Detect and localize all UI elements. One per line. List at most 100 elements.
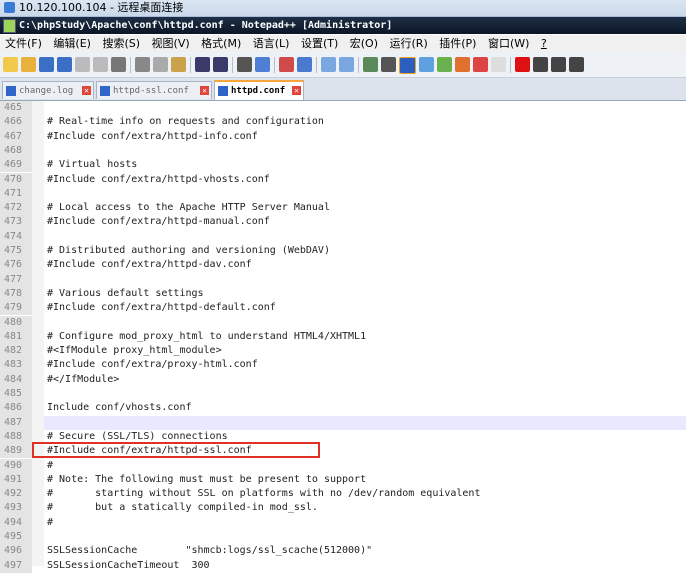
menu-help[interactable]: ?	[541, 37, 547, 50]
code-line[interactable]: 475 # Distributed authoring and versionin…	[0, 244, 686, 259]
tab-change-log[interactable]: change.log ✕	[2, 81, 94, 99]
code-line[interactable]: 474	[0, 229, 686, 244]
line-number: 476	[0, 258, 32, 273]
find-icon[interactable]	[237, 57, 252, 72]
close-all-icon[interactable]	[93, 57, 108, 72]
menu-settings[interactable]: 设置(T)	[301, 37, 338, 50]
show-all-characters-icon[interactable]	[381, 57, 396, 72]
code-line[interactable]: 478 # Various default settings	[0, 286, 686, 302]
copy-icon[interactable]	[153, 57, 168, 72]
function-list-icon[interactable]	[437, 57, 452, 72]
cut-icon[interactable]	[135, 57, 150, 72]
open-file-icon[interactable]	[21, 57, 36, 72]
new-file-icon[interactable]	[3, 57, 18, 72]
replace-icon[interactable]	[255, 57, 270, 72]
undo-icon[interactable]	[195, 57, 210, 72]
menu-file[interactable]: 文件(F)	[5, 37, 42, 50]
save-all-icon[interactable]	[57, 57, 72, 72]
document-map-icon[interactable]	[419, 57, 434, 72]
indent-guide-icon[interactable]	[399, 57, 416, 74]
code-editor[interactable]: 465 466 # Real-time info on requests and c…	[0, 101, 686, 573]
sync-vertical-icon[interactable]	[321, 57, 336, 72]
code-line[interactable]: 465	[0, 101, 686, 116]
line-text: # Various default settings	[47, 287, 204, 299]
zoom-in-icon[interactable]	[279, 57, 294, 72]
tab-httpd-conf[interactable]: httpd.conf ✕	[214, 80, 304, 100]
run-macro-multiple-icon[interactable]	[569, 57, 584, 72]
line-number: 494	[0, 515, 32, 530]
menu-window[interactable]: 窗口(W)	[488, 37, 529, 50]
code-line[interactable]: 485	[0, 387, 686, 402]
code-line[interactable]: 484 #</IfModule>	[0, 372, 686, 387]
print-icon[interactable]	[111, 57, 126, 72]
tab-httpd-ssl-conf[interactable]: httpd-ssl.conf ✕	[96, 81, 212, 99]
document-tabs: change.log ✕ httpd-ssl.conf ✕ httpd.conf…	[0, 78, 686, 101]
code-line[interactable]: 483 #Include conf/extra/proxy-html.conf	[0, 358, 686, 373]
menu-macro[interactable]: 宏(O)	[350, 37, 378, 50]
code-line[interactable]: 471	[0, 186, 686, 202]
code-line[interactable]: 469 # Virtual hosts	[0, 158, 686, 173]
menu-view[interactable]: 视图(V)	[152, 37, 190, 50]
stop-recording-icon[interactable]	[533, 57, 548, 72]
word-wrap-icon[interactable]	[363, 57, 378, 72]
code-line[interactable]: 476 #Include conf/extra/httpd-dav.conf	[0, 258, 686, 273]
code-line[interactable]: 495	[0, 530, 686, 545]
code-line[interactable]: 468	[0, 143, 686, 159]
code-line[interactable]: 470 #Include conf/extra/httpd-vhosts.conf	[0, 172, 686, 187]
line-text: #Include conf/extra/httpd-manual.conf	[47, 216, 270, 228]
code-line[interactable]: 477	[0, 272, 686, 287]
line-text: #Include conf/extra/httpd-info.conf	[47, 130, 258, 142]
sync-horizontal-icon[interactable]	[339, 57, 354, 72]
line-text: # Virtual hosts	[47, 159, 138, 171]
code-line[interactable]: 479 #Include conf/extra/httpd-default.con…	[0, 301, 686, 316]
code-line[interactable]: 492 # starting without SSL on platforms w…	[0, 487, 686, 502]
code-line[interactable]: 481 # Configure mod_proxy_html to underst…	[0, 329, 686, 345]
line-number: 480	[0, 315, 32, 330]
save-icon[interactable]	[39, 57, 54, 72]
folder-as-workspace-icon[interactable]	[455, 57, 470, 72]
code-line[interactable]: 494 #	[0, 515, 686, 530]
line-number: 486	[0, 401, 32, 416]
tab-label: httpd.conf	[231, 86, 286, 96]
menu-search[interactable]: 搜索(S)	[102, 37, 140, 50]
menu-run[interactable]: 运行(R)	[390, 37, 428, 50]
close-icon[interactable]: ✕	[292, 86, 301, 95]
menu-format[interactable]: 格式(M)	[201, 37, 241, 50]
fold-margin[interactable]	[32, 101, 44, 566]
code-line[interactable]: 467 #Include conf/extra/httpd-info.conf	[0, 129, 686, 144]
start-recording-icon[interactable]	[515, 57, 530, 72]
code-line[interactable]: 496 SSLSessionCache "shmcb:logs/ssl_scach…	[0, 544, 686, 559]
line-number: 496	[0, 544, 32, 559]
close-icon[interactable]: ✕	[200, 86, 209, 95]
record-macro-icon[interactable]	[491, 57, 506, 72]
line-text: # starting without SSL on platforms with…	[47, 488, 481, 500]
code-line[interactable]: 472 # Local access to the Apache HTTP Ser…	[0, 201, 686, 216]
window-title-bar[interactable]: C:\phpStudy\Apache\conf\httpd.conf - Not…	[0, 17, 686, 34]
paste-icon[interactable]	[171, 57, 186, 72]
code-line[interactable]: 480	[0, 315, 686, 330]
remote-desktop-title-bar[interactable]: 10.120.100.104 - 远程桌面连接	[0, 0, 686, 17]
menu-plugins[interactable]: 插件(P)	[439, 37, 476, 50]
line-text: # but a statically compiled-in mod_ssl.	[47, 502, 318, 514]
code-line[interactable]: 486 Include conf/vhosts.conf	[0, 401, 686, 416]
code-line[interactable]: 473 #Include conf/extra/httpd-manual.conf	[0, 215, 686, 230]
line-text: #Include conf/extra/proxy-html.conf	[47, 359, 258, 371]
playback-icon[interactable]	[551, 57, 566, 72]
monitoring-icon[interactable]	[473, 57, 488, 72]
toolbar-separator	[130, 57, 131, 73]
menu-language[interactable]: 语言(L)	[253, 37, 290, 50]
remote-desktop-title: 10.120.100.104 - 远程桌面连接	[19, 1, 184, 14]
code-line[interactable]: 490 #	[0, 458, 686, 473]
menu-edit[interactable]: 编辑(E)	[53, 37, 91, 50]
code-line[interactable]: 487	[0, 415, 686, 430]
code-line[interactable]: 466 # Real-time info on requests and conf…	[0, 115, 686, 130]
close-file-icon[interactable]	[75, 57, 90, 72]
code-line[interactable]: 493 # but a statically compiled-in mod_ss…	[0, 501, 686, 516]
redo-icon[interactable]	[213, 57, 228, 72]
annotation-highlight-box	[32, 442, 320, 458]
code-line[interactable]: 482 #<IfModule proxy_html_module>	[0, 344, 686, 359]
close-icon[interactable]: ✕	[82, 86, 91, 95]
code-line[interactable]: 491 # Note: The following must must be pr…	[0, 472, 686, 488]
zoom-out-icon[interactable]	[297, 57, 312, 72]
remote-desktop-icon	[4, 2, 15, 13]
